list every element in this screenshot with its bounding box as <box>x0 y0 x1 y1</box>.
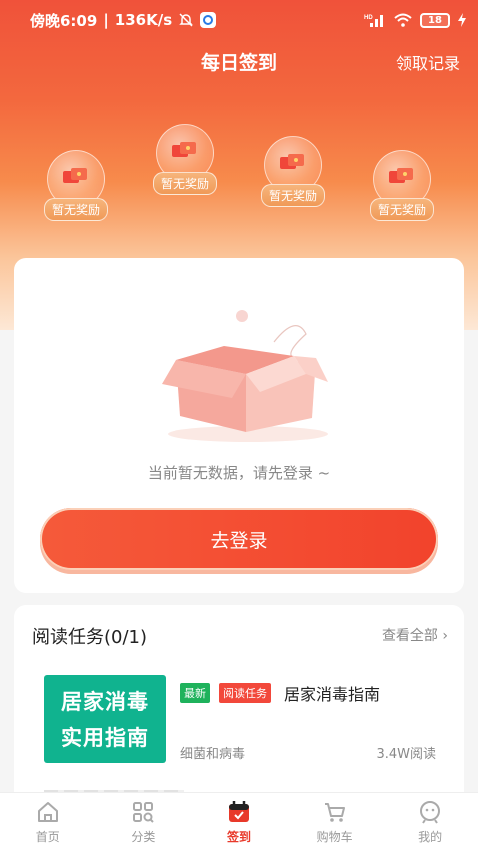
red-envelope-icon <box>172 142 196 157</box>
tag-new: 最新 <box>180 683 210 703</box>
home-icon <box>37 802 58 822</box>
login-button[interactable]: 去登录 <box>40 508 438 570</box>
empty-state-message: 当前暂无数据，请先登录 ~ <box>147 464 331 482</box>
tab-signin[interactable]: 签到 <box>191 793 287 850</box>
article-read-count: 3.4W阅读 <box>376 747 436 762</box>
empty-box-illustration <box>162 310 328 442</box>
tab-profile[interactable]: 我的 <box>382 793 478 850</box>
battery-indicator: 18 <box>420 12 450 28</box>
status-bar: 傍晚6:09 | 136K/s HD 18 <box>0 0 478 40</box>
tab-cart[interactable]: 购物车 <box>287 793 383 850</box>
article-title[interactable]: 居家消毒指南 <box>284 681 380 705</box>
reward-label: 暂无奖励 <box>43 198 109 221</box>
reward-label: 暂无奖励 <box>369 198 435 221</box>
notification-off-icon <box>179 13 193 27</box>
red-envelope-icon <box>63 168 87 183</box>
article-category: 细菌和病毒 <box>180 747 246 762</box>
status-time: 傍晚6:09 <box>30 11 98 30</box>
app-notification-icon <box>200 12 217 28</box>
reward-orb-2[interactable]: 暂无奖励 <box>152 124 218 195</box>
signal-icon: HD <box>364 15 383 27</box>
reading-task-card: 阅读任务(0/1) 查看全部 › 居家消毒 实用指南 最新 阅读任务 居家消毒指… <box>14 605 464 805</box>
reward-orb-1[interactable]: 暂无奖励 <box>43 150 109 221</box>
records-link[interactable]: 领取记录 <box>396 50 460 74</box>
thumb-line-2: 实用指南 <box>61 726 149 750</box>
view-all-link[interactable]: 查看全部 › <box>382 625 448 645</box>
wifi-icon <box>394 13 412 27</box>
status-speed: 136K/s <box>114 11 173 29</box>
article-thumbnail[interactable]: 居家消毒 实用指南 <box>44 675 166 763</box>
tab-home[interactable]: 首页 <box>0 793 96 850</box>
cart-icon <box>324 803 345 822</box>
chevron-right-icon: › <box>442 628 448 644</box>
reward-label: 暂无奖励 <box>260 184 326 207</box>
bottom-tab-bar: 首页 分类 签到 购物车 我的 <box>0 792 478 850</box>
signin-card: 当前暂无数据，请先登录 ~ 去登录 <box>14 258 464 593</box>
calendar-icon <box>228 801 249 822</box>
red-envelope-icon <box>389 168 413 183</box>
tag-reading-task: 阅读任务 <box>219 683 271 703</box>
red-envelope-icon <box>280 154 304 169</box>
tab-category[interactable]: 分类 <box>96 793 192 850</box>
grid-icon <box>133 802 155 823</box>
reward-orb-4[interactable]: 暂无奖励 <box>369 150 435 221</box>
thumb-line-1: 居家消毒 <box>61 690 149 714</box>
top-bar: 每日签到 领取记录 <box>0 44 478 78</box>
charging-icon <box>458 13 466 27</box>
reward-label: 暂无奖励 <box>152 172 218 195</box>
profile-icon <box>420 801 441 824</box>
reading-task-title: 阅读任务(0/1) <box>32 627 148 648</box>
svg-text:HD: HD <box>364 15 373 21</box>
reward-orb-3[interactable]: 暂无奖励 <box>260 136 326 207</box>
